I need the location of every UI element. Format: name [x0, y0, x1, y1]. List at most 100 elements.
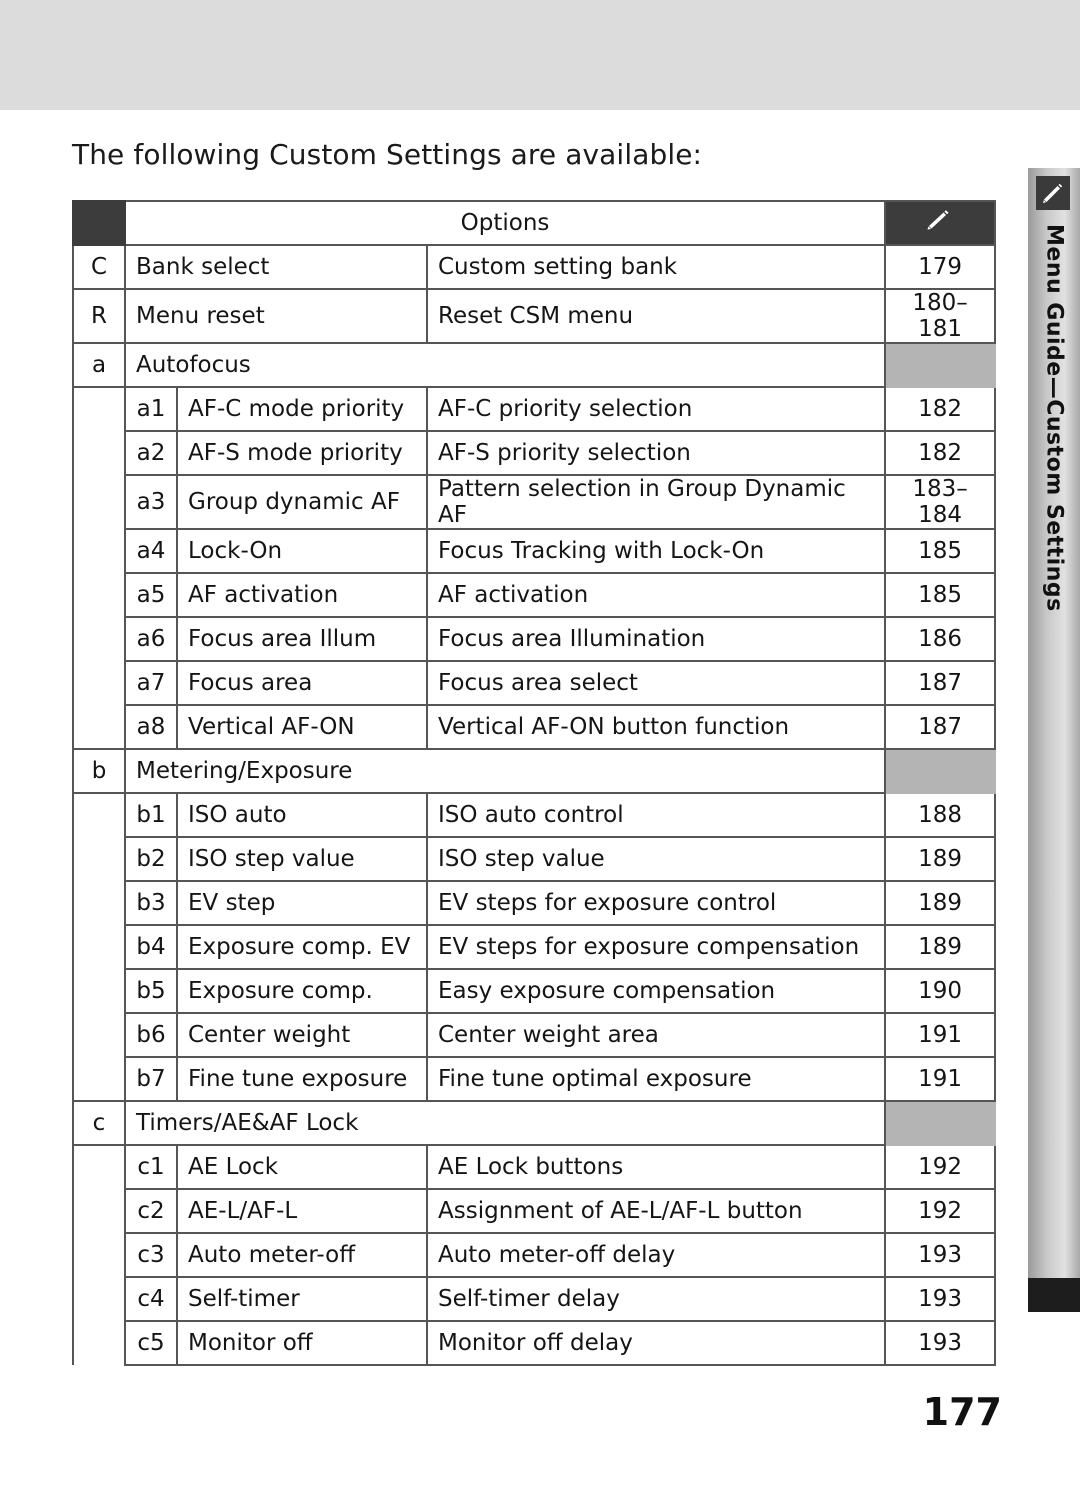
- row-code: [72, 969, 126, 1013]
- row-subcode: a2: [124, 430, 178, 476]
- row-code: [72, 1189, 126, 1233]
- row-description: Assignment of AE-L/AF-L button: [425, 1188, 887, 1234]
- top-gray-band: [0, 0, 1080, 110]
- row-description: Fine tune optimal exposure: [425, 1056, 887, 1102]
- row-code: [72, 1145, 126, 1189]
- row-page-reference: 193: [884, 1320, 997, 1366]
- row-subcode: b7: [124, 1056, 178, 1102]
- table-row: b1 ISO auto ISO auto control 188: [72, 792, 997, 838]
- table-row: b5 Exposure comp. Easy exposure compensati…: [72, 968, 997, 1014]
- row-name: Focus area Illum: [176, 616, 428, 662]
- row-code: [72, 1233, 126, 1277]
- side-tab-bottom-marker: [1028, 1278, 1080, 1312]
- row-subcode: b5: [124, 968, 178, 1014]
- side-tab: Menu Guide—Custom Settings: [1028, 168, 1080, 1278]
- row-name: Monitor off: [176, 1320, 428, 1366]
- row-subcode: b1: [124, 792, 178, 838]
- row-description: Pattern selection in Group Dynamic AF: [425, 474, 887, 530]
- row-subcode: a4: [124, 528, 178, 574]
- group-page-blank: [884, 1100, 997, 1146]
- row-page-reference: 183–184: [884, 474, 997, 530]
- row-subcode: b6: [124, 1012, 178, 1058]
- row-name: EV step: [176, 880, 428, 926]
- table-row: c3 Auto meter-off Auto meter-off delay 193: [72, 1232, 997, 1278]
- table-group-row: c Timers/AE&AF Lock: [72, 1100, 997, 1146]
- row-page-reference: 179: [884, 244, 997, 290]
- table-row: a8 Vertical AF-ON Vertical AF-ON button fu…: [72, 704, 997, 750]
- custom-settings-table-wrap: Options C Bank select Custom setting bank 1…: [72, 200, 997, 1366]
- table-row: b3 EV step EV steps for exposure control 18…: [72, 880, 997, 926]
- row-code: [72, 573, 126, 617]
- table-group-row: b Metering/Exposure: [72, 748, 997, 794]
- row-page-reference: 180–181: [884, 288, 997, 344]
- row-page-reference: 191: [884, 1056, 997, 1102]
- table-row: c2 AE-L/AF-L Assignment of AE-L/AF-L butto…: [72, 1188, 997, 1234]
- row-name: Bank select: [124, 244, 428, 290]
- table-row: c5 Monitor off Monitor off delay 193: [72, 1320, 997, 1366]
- row-subcode: c4: [124, 1276, 178, 1322]
- row-page-reference: 193: [884, 1232, 997, 1278]
- row-name: Exposure comp.: [176, 968, 428, 1014]
- row-code: [72, 1057, 126, 1101]
- row-name: AF-C mode priority: [176, 386, 428, 432]
- group-page-blank: [884, 342, 997, 388]
- table-row: b4 Exposure comp. EV EV steps for exposure…: [72, 924, 997, 970]
- row-page-reference: 189: [884, 880, 997, 926]
- row-page-reference: 182: [884, 386, 997, 432]
- row-subcode: a8: [124, 704, 178, 750]
- group-name: Metering/Exposure: [123, 748, 887, 794]
- row-description: Monitor off delay: [425, 1320, 887, 1366]
- row-description: Self-timer delay: [425, 1276, 887, 1322]
- row-page-reference: 186: [884, 616, 997, 662]
- row-name: AF-S mode priority: [176, 430, 428, 476]
- row-description: AF-S priority selection: [425, 430, 887, 476]
- row-code: [72, 925, 126, 969]
- table-row: R Menu reset Reset CSM menu 180–181: [72, 288, 997, 344]
- row-name: Center weight: [176, 1012, 428, 1058]
- table-row: a4 Lock-On Focus Tracking with Lock-On 185: [72, 528, 997, 574]
- group-name: Timers/AE&AF Lock: [123, 1100, 887, 1146]
- pencil-icon: [925, 209, 955, 231]
- row-subcode: c2: [124, 1188, 178, 1234]
- table-row: a2 AF-S mode priority AF-S priority select…: [72, 430, 997, 476]
- table-row: a1 AF-C mode priority AF-C priority select…: [72, 386, 997, 432]
- group-letter: a: [72, 342, 126, 388]
- row-subcode: a6: [124, 616, 178, 662]
- row-description: AE Lock buttons: [425, 1144, 887, 1190]
- row-code: [72, 705, 126, 749]
- row-page-reference: 192: [884, 1144, 997, 1190]
- row-name: Lock-On: [176, 528, 428, 574]
- row-description: Easy exposure compensation: [425, 968, 887, 1014]
- row-description: Focus Tracking with Lock-On: [425, 528, 887, 574]
- row-code: [72, 793, 126, 837]
- row-page-reference: 187: [884, 660, 997, 706]
- table-row: c4 Self-timer Self-timer delay 193: [72, 1276, 997, 1322]
- row-name: AE Lock: [176, 1144, 428, 1190]
- group-page-blank: [884, 748, 997, 794]
- row-name: ISO step value: [176, 836, 428, 882]
- row-description: ISO auto control: [425, 792, 887, 838]
- row-subcode: a5: [124, 572, 178, 618]
- table-row: b7 Fine tune exposure Fine tune optimal ex…: [72, 1056, 997, 1102]
- row-code: [72, 1277, 126, 1321]
- row-page-reference: 185: [884, 528, 997, 574]
- row-code: [72, 387, 126, 431]
- custom-settings-table: Options C Bank select Custom setting bank 1…: [72, 200, 997, 1366]
- pencil-icon: [1036, 176, 1070, 210]
- header-options: Options: [123, 200, 887, 246]
- group-letter: c: [72, 1100, 126, 1146]
- table-row: C Bank select Custom setting bank 179: [72, 244, 997, 290]
- row-description: Focus area Illumination: [425, 616, 887, 662]
- row-name: Self-timer: [176, 1276, 428, 1322]
- row-code: [72, 431, 126, 475]
- row-description: EV steps for exposure compensation: [425, 924, 887, 970]
- row-description: AF-C priority selection: [425, 386, 887, 432]
- row-subcode: a7: [124, 660, 178, 706]
- row-subcode: c5: [124, 1320, 178, 1366]
- table-header-row: Options: [72, 200, 997, 246]
- row-page-reference: 190: [884, 968, 997, 1014]
- row-subcode: c1: [124, 1144, 178, 1190]
- row-code: [72, 1013, 126, 1057]
- row-description: Vertical AF-ON button function: [425, 704, 887, 750]
- row-description: ISO step value: [425, 836, 887, 882]
